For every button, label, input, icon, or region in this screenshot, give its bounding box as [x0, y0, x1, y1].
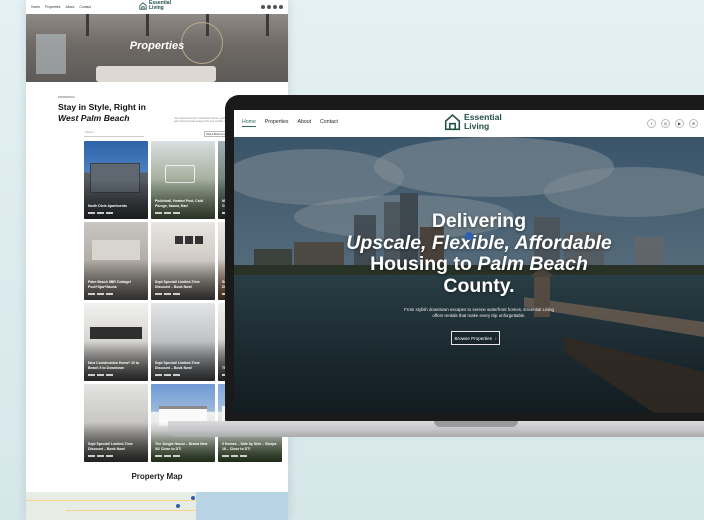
property-meta — [88, 293, 113, 295]
property-meta — [155, 455, 180, 457]
property-title: New Construction Home* 10 to Beach 5 to … — [88, 361, 140, 370]
logo[interactable]: Essential Living — [444, 113, 502, 131]
site-header: Home Properties About Contact Essential … — [234, 110, 704, 137]
property-title: Sept Special! Limited-Time Discount – Bo… — [155, 361, 200, 370]
nav-link-contact[interactable]: Contact — [320, 119, 338, 127]
hero-line3-location: Palm Beach — [477, 253, 588, 275]
nav-link-about[interactable]: About — [66, 5, 75, 9]
heading-line2: West Palm Beach — [58, 112, 130, 123]
logo-text-line2: Living — [464, 121, 490, 131]
hero-heading: Delivering Upscale, Flexible, Affordable… — [294, 210, 664, 297]
hero-line1: Delivering — [431, 210, 527, 232]
property-card[interactable]: Sept Special! Limited-Time Discount – Bo… — [84, 384, 148, 462]
property-meta — [88, 212, 113, 214]
room-graphic — [92, 240, 140, 260]
hero-beam-graphic — [146, 14, 149, 36]
frame-graphic — [175, 236, 183, 244]
frame-graphic — [195, 236, 203, 244]
property-title: The Jungle House – Brand New 3/2 Close t… — [155, 442, 208, 451]
laptop-notch — [434, 421, 518, 427]
nav-link-home[interactable]: Home — [242, 119, 256, 127]
hero-beam-graphic — [86, 14, 89, 36]
page-title: Properties — [129, 40, 185, 52]
nav-link-properties[interactable]: Properties — [45, 5, 60, 9]
property-title: Pickleball, Heated Pool, Cold Plunge, Sa… — [155, 199, 204, 208]
hero-line3-start: Housing to — [370, 253, 478, 275]
map-pin-icon[interactable] — [191, 496, 195, 500]
property-title: Sept Special! Limited-Time Discount – Bo… — [155, 280, 200, 289]
property-title: Palm Beach 5BR Cottage! Pool+Spa+Sauna — [88, 280, 131, 289]
property-card[interactable]: Sept Special! Limited-Time Discount – Bo… — [151, 303, 215, 381]
nav-links: Home Properties About Contact — [31, 5, 91, 9]
logo-text-line2: Living — [149, 5, 164, 11]
hero-banner: Properties — [26, 14, 288, 82]
hero-section: Delivering Upscale, Flexible, Affordable… — [234, 137, 704, 413]
logo[interactable]: Essential Living — [139, 1, 171, 11]
section-heading: Stay in Style, Right in West Palm Beach — [58, 102, 146, 123]
laptop-screen: Home Properties About Contact Essential … — [234, 110, 704, 413]
section-eyebrow: PROPERTIES — [58, 96, 75, 99]
property-card[interactable]: New Construction Home* 10 to Beach 5 to … — [84, 303, 148, 381]
hero-beam-graphic — [266, 14, 269, 36]
property-meta — [155, 212, 180, 214]
house-logo-icon — [444, 114, 461, 131]
property-card[interactable]: Palm Beach 5BR Cottage! Pool+Spa+Sauna — [84, 222, 148, 300]
facebook-icon[interactable]: f — [647, 119, 656, 128]
map-title: Property Map — [131, 472, 183, 481]
search-input[interactable]: Search — [84, 131, 144, 137]
hero-line3: Housing to Palm Beach — [294, 253, 664, 276]
youtube-icon[interactable] — [273, 5, 277, 9]
map-water — [196, 492, 288, 520]
property-meta — [88, 374, 113, 376]
chat-widget-icon[interactable] — [465, 232, 473, 240]
property-meta — [155, 374, 180, 376]
nav-link-contact[interactable]: Contact — [79, 5, 91, 9]
property-title: 3 Homes – Side by Side – Sleeps 18 – Clo… — [222, 442, 277, 451]
instagram-icon[interactable]: ◎ — [661, 119, 670, 128]
nav-link-about[interactable]: About — [298, 119, 312, 127]
heading-line1: Stay in Style, Right in — [58, 102, 146, 112]
property-meta — [88, 455, 113, 457]
counter-graphic — [90, 327, 142, 339]
hero-sofa-graphic — [96, 66, 216, 82]
social-links — [261, 5, 283, 9]
map-road — [66, 510, 196, 511]
nav-links: Home Properties About Contact — [242, 119, 338, 127]
globe-icon[interactable] — [279, 5, 283, 9]
browse-properties-button[interactable]: Browse Properties › — [451, 331, 500, 345]
map-pin-icon[interactable] — [176, 504, 180, 508]
property-card[interactable]: North Dixie Apartments — [84, 141, 148, 219]
frame-graphic — [185, 236, 193, 244]
top-navigation: Home Properties About Contact Essential … — [26, 0, 288, 14]
chevron-right-icon: › — [495, 335, 497, 341]
property-meta — [222, 455, 247, 457]
property-map[interactable] — [26, 492, 288, 520]
instagram-icon[interactable] — [267, 5, 271, 9]
property-card[interactable]: Pickleball, Heated Pool, Cold Plunge, Sa… — [151, 141, 215, 219]
house-logo-icon — [139, 2, 147, 10]
property-card[interactable]: Sept Special! Limited-Time Discount – Bo… — [151, 222, 215, 300]
hero-subtitle: From stylish downtown escapes to serene … — [404, 307, 554, 318]
property-meta — [155, 293, 180, 295]
youtube-icon[interactable]: ▶ — [675, 119, 684, 128]
property-title: North Dixie Apartments — [88, 203, 127, 208]
globe-icon[interactable]: ⊕ — [689, 119, 698, 128]
facebook-icon[interactable] — [261, 5, 265, 9]
nav-link-properties[interactable]: Properties — [265, 119, 289, 127]
hero-line2: Upscale, Flexible, Affordable — [346, 231, 612, 254]
social-links: f ◎ ▶ ⊕ — [647, 119, 698, 128]
map-road — [26, 500, 196, 501]
property-title: Sept Special! Limited-Time Discount – Bo… — [88, 442, 133, 451]
hero-line4: County. — [443, 274, 515, 297]
nav-link-home[interactable]: Home — [31, 5, 40, 9]
cta-label: Browse Properties — [454, 335, 492, 341]
